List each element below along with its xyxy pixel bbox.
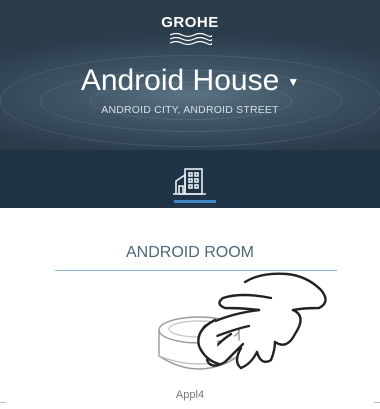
header: GROHE Android House ▼ ANDROID CITY, ANDRO… bbox=[0, 0, 380, 150]
scroll-edge-marker bbox=[374, 402, 380, 409]
house-selector[interactable]: Android House ▼ bbox=[0, 64, 380, 98]
scroll-edge-marker bbox=[0, 402, 6, 409]
house-address: ANDROID CITY, ANDROID STREET bbox=[101, 104, 279, 116]
house-icon[interactable] bbox=[170, 164, 210, 200]
brand-waves-icon bbox=[169, 32, 212, 46]
room-title[interactable]: ANDROID ROOM bbox=[0, 244, 380, 262]
dropdown-caret-icon: ▼ bbox=[287, 75, 300, 90]
appliance-label[interactable]: Appl4 bbox=[0, 389, 380, 401]
active-tab-indicator bbox=[174, 200, 216, 203]
tap-gesture-hand-icon bbox=[197, 272, 327, 370]
tab-bar bbox=[0, 150, 380, 208]
house-name: Android House bbox=[80, 64, 280, 97]
brand-logo: GROHE bbox=[161, 14, 219, 31]
